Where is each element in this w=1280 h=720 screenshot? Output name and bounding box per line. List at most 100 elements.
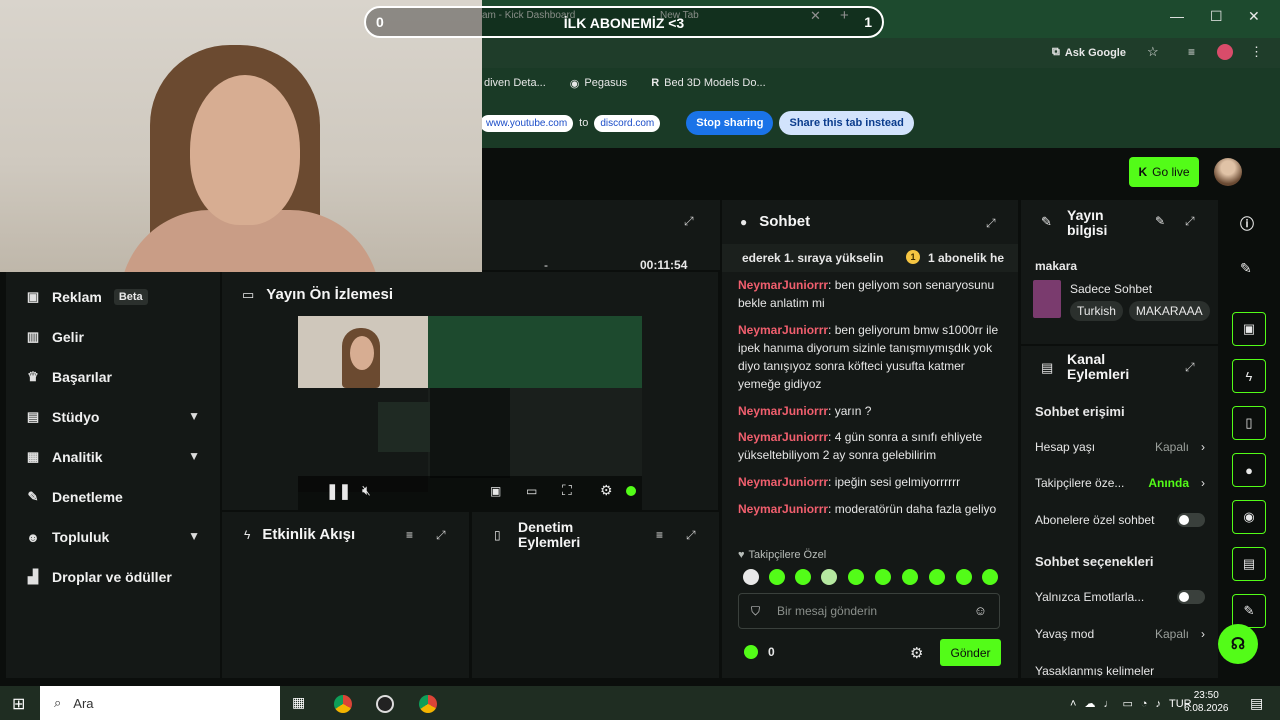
media-icon[interactable]: ≡ [1188,45,1195,59]
chat-message: NeymarJuniorrr: yarın ? [738,404,872,418]
emote-icon[interactable] [982,569,998,585]
live-dot-icon [626,486,636,496]
emote-icon[interactable] [902,569,918,585]
bookmark-star-icon[interactable]: ☆ [1147,44,1159,60]
sidebar-item-gelir[interactable]: ▥ Gelir [6,319,220,355]
sidebar-item-basarilar[interactable]: ♛ Başarılar [6,359,220,395]
sidebar-item-droplar[interactable]: ▟ Droplar ve ödüller [6,559,220,595]
taskbar-search[interactable]: ⌕ Ara [40,686,280,720]
chevron-up-icon[interactable]: ˄ [1070,698,1076,710]
edit-icon[interactable]: ✎ [1155,214,1165,228]
filter-icon[interactable]: ≡ [656,528,663,542]
sidebar-item-denetleme[interactable]: ✎ Denetleme [6,479,220,515]
subs-only-toggle[interactable] [1177,513,1205,527]
theater-icon[interactable]: ▭ [526,484,537,498]
emote-icon[interactable] [821,569,837,585]
pip-icon[interactable]: ▣ [490,484,501,498]
mic-icon[interactable]: ♩ [1103,698,1114,710]
support-headset-icon[interactable]: ☊ [1218,624,1258,664]
chrome-icon[interactable] [419,695,437,713]
gear-icon[interactable]: ⚙ [600,482,613,499]
send-button[interactable]: Gönder [940,639,1001,666]
bookmark-1[interactable]: diven Deta... [484,77,546,89]
sidebar-item-analitik[interactable]: ▦ Analitik ▼ [6,439,220,475]
preview-screen-thumb [428,316,642,388]
filter-icon[interactable]: ≡ [406,528,413,542]
fullscreen-icon[interactable]: ⛶ [562,482,572,499]
expand-icon[interactable]: ⤢ [1185,214,1195,229]
bookmark-bed3d[interactable]: R Bed 3D Models Do... [651,77,765,89]
network-icon[interactable]: ◔ [1141,698,1148,710]
emoji-icon[interactable]: ☺ [974,603,987,618]
windows-start-icon[interactable]: ⊞ [12,694,25,714]
emote-only-toggle[interactable] [1177,590,1205,604]
chat-message-input[interactable]: ⛉ Bir mesaj gönderin ☺ [738,593,1000,629]
sidebar-item-topluluk[interactable]: ☻ Topluluk ▼ [6,519,220,555]
preview-video[interactable]: ❚❚ 🔇︎ ▣ ▭ ⛶ ⚙ [298,316,642,510]
cloud-icon[interactable]: ☁ [1084,697,1095,710]
wrench-icon: ✎ [27,489,39,504]
channel-icon[interactable]: ▤ [1232,547,1266,581]
volume-icon[interactable]: ♪ [1156,698,1162,710]
chat-bubble-icon[interactable]: ● [1232,453,1266,487]
expand-icon[interactable]: ⤢ [684,214,694,229]
emote-icon[interactable] [795,569,811,585]
chrome-icon[interactable] [334,695,352,713]
emote-icon[interactable] [848,569,864,585]
obs-icon[interactable] [376,695,394,713]
emote-icon[interactable] [929,569,945,585]
emote-icon[interactable] [875,569,891,585]
expand-icon[interactable]: ⤢ [686,528,696,543]
bolt-icon[interactable]: ϟ [1232,359,1266,393]
tag[interactable]: MAKARAAA [1128,301,1210,321]
clip-icon[interactable]: ▣ [1232,312,1266,346]
battery-icon[interactable]: ▭ [1122,697,1132,710]
emote-icon[interactable] [956,569,972,585]
avatar[interactable] [1214,158,1242,186]
notification-icon[interactable]: ▤ [1250,695,1263,712]
maximize-icon[interactable]: ☐ [1210,8,1223,25]
followers-only-setting[interactable]: Takipçilere öze... Anında › [1035,476,1205,490]
sidebar-item-studyo[interactable]: ▤ Stüdyo ▼ [6,399,220,435]
mute-icon[interactable]: 🔇︎ [362,482,371,499]
expand-icon[interactable]: ⤢ [986,216,996,231]
pause-icon[interactable]: ❚❚ [326,482,351,500]
expand-icon[interactable]: ⤢ [1185,360,1195,375]
expand-icon[interactable]: ⤢ [436,528,446,543]
tag[interactable]: Turkish [1070,301,1123,321]
minimize-icon[interactable]: — [1170,8,1184,24]
wrench-icon[interactable]: ✎ [1232,594,1266,628]
chevron-right-icon: › [1201,476,1205,490]
category-thumbnail [1033,280,1061,318]
share-from-url: www.youtube.com [480,114,574,132]
document-icon[interactable]: ▯ [1232,406,1266,440]
category-name[interactable]: Sadece Sohbet [1070,282,1152,296]
menu-icon[interactable]: ⋮ [1250,44,1263,60]
clock[interactable]: 23:50 6.08.2026 [1184,689,1229,715]
broadcast-icon[interactable]: ◉ [1232,500,1266,534]
revenue-icon: ▥ [26,329,40,344]
share-this-tab-button[interactable]: Share this tab instead [779,111,914,135]
monitor-icon: ▭ [242,286,255,302]
task-view-icon[interactable]: ▦ [292,694,305,711]
go-live-button[interactable]: K Go live [1129,157,1199,187]
emote-icon[interactable] [769,569,785,585]
stop-sharing-button[interactable]: Stop sharing [686,111,774,135]
window-close-icon[interactable]: ✕ [1248,8,1260,25]
emote-icon[interactable] [743,569,759,585]
ask-google-button[interactable]: ⧉ Ask Google [1052,46,1126,59]
analytics-icon: ▦ [26,449,40,464]
profile-icon[interactable] [1217,44,1233,60]
bookmark-pegasus[interactable]: ◉ Pegasus [570,77,627,90]
info-icon[interactable]: ⓘ [1240,214,1254,234]
share-to-word: to [579,117,589,129]
sidebar-item-reklam[interactable]: ▣ Reklam Beta [6,279,220,315]
pencil-icon[interactable]: ✎ [1240,260,1252,277]
banned-words-setting[interactable]: Yasaklanmış kelimeler [1035,664,1205,676]
bolt-icon: ϟ [244,527,251,542]
chat-title: Sohbet [759,213,811,230]
slow-mode-setting[interactable]: Yavaş mod Kapalı › [1035,627,1205,641]
chat-settings-icon[interactable]: ⚙ [910,644,923,662]
account-age-setting[interactable]: Hesap yaşı Kapalı › [1035,440,1205,454]
stream-title: makara [1035,259,1078,273]
